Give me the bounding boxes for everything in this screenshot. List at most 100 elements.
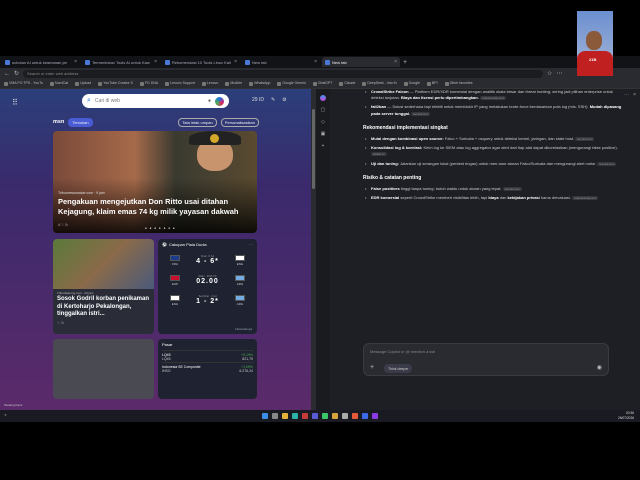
weather-icon[interactable]: ☀ — [4, 413, 7, 417]
personalize-pill[interactable]: Personalisasikan — [220, 117, 259, 127]
tab-2[interactable]: Termeninkan Tools AI untuk Kaw × — [82, 57, 160, 67]
more-icon[interactable]: ⋯ — [249, 242, 253, 247]
weather-widget[interactable]: 29 ID — [252, 97, 264, 103]
close-icon[interactable]: × — [314, 59, 317, 65]
source-tag[interactable]: elastic.co — [371, 152, 387, 157]
microphone-icon[interactable]: ◉ — [597, 364, 602, 371]
source-tag[interactable]: tecmint.com — [502, 186, 522, 191]
tool-icon[interactable]: ◇ — [321, 119, 325, 125]
widget-title: Cakupan Piala Dunia — [168, 242, 207, 247]
tool-icon[interactable]: ▣ — [321, 131, 326, 137]
tab-3[interactable]: Rekomendasi 10 Tools Linux Kali × — [162, 57, 240, 67]
back-icon[interactable]: ← — [4, 71, 10, 77]
source-tag[interactable]: tecmint.com — [575, 136, 595, 141]
bookmark-item[interactable]: WhatsApp — [249, 81, 270, 85]
close-icon[interactable]: × — [74, 59, 77, 65]
market-row[interactable]: LQ45 LQ45 +2,19% 821,79 — [162, 350, 253, 362]
bookmark-item[interactable]: Google Gemini — [277, 81, 305, 85]
address-input[interactable]: Search or enter web address — [23, 69, 544, 78]
match-row[interactable]: ESP Rabu · 2026 VS 02.00 ARG — [158, 270, 257, 290]
web-search-box[interactable]: ⌕ Cari di web ● — [82, 94, 229, 108]
source-tag[interactable]: cybersecurity.com — [479, 96, 507, 101]
bookmark-item[interactable]: VMA PO TPS - YouTu — [4, 81, 43, 85]
market-row[interactable]: Indonesia SE Composite IHSG +1,05% 6.276,2… — [162, 362, 253, 374]
reload-icon[interactable]: ↻ — [14, 70, 19, 77]
copilot-compose-box[interactable]: Message Copilot or @ mention a tab + Thi… — [363, 343, 609, 376]
file-explorer-icon[interactable] — [282, 413, 288, 419]
news-card[interactable]: Tribunlatenng.com · 23 jam Sosok Godril … — [53, 239, 154, 334]
news-photo — [53, 239, 154, 289]
close-icon[interactable]: × — [633, 92, 636, 98]
apps-grid-icon[interactable]: ⠿ — [12, 98, 18, 107]
system-clock[interactable]: 00.56 26/07/2026 — [618, 411, 634, 420]
menu-icon[interactable]: ⋯ — [556, 70, 562, 77]
add-icon[interactable]: + — [322, 143, 325, 149]
app-icon[interactable] — [372, 413, 378, 419]
app-icon[interactable] — [332, 413, 338, 419]
bookmark-item[interactable]: McAfee — [225, 81, 242, 85]
bookmark-item[interactable]: YouTube Creator S — [98, 81, 133, 85]
bing-icon[interactable] — [215, 96, 224, 106]
source-tag[interactable]: tecmint.com — [597, 161, 617, 166]
bookmark-item[interactable]: Google — [404, 81, 420, 85]
app-icon[interactable] — [342, 413, 348, 419]
source-tag[interactable]: cybersecurity.com — [572, 196, 599, 201]
close-icon[interactable]: × — [234, 59, 237, 65]
flag-icon — [170, 294, 180, 301]
discover-pill[interactable]: Temukan — [68, 117, 93, 127]
microphone-icon[interactable]: ● — [208, 98, 211, 104]
bookmark-item[interactable]: NordCat — [50, 81, 68, 85]
edge-icon[interactable] — [292, 413, 298, 419]
list-item: EDR komersial seperti CrowdStrike member… — [363, 195, 625, 202]
new-tab-button[interactable]: + — [400, 59, 410, 66]
bookmark-item[interactable]: BPI — [427, 81, 438, 85]
feed-layout-pill[interactable]: Tata letak umpan — [178, 117, 217, 127]
favicon-icon — [5, 59, 10, 65]
news-reactions[interactable]: 4 ♡ ↻ — [58, 223, 68, 227]
app-icon[interactable] — [322, 413, 328, 419]
bookmark-item[interactable]: Lenovo — [202, 81, 218, 85]
match-row[interactable]: FRA Final · 8 Jul 4 - 6* ENG — [158, 250, 257, 270]
bookmark-item[interactable]: Other favorites — [445, 81, 473, 85]
bookmark-item[interactable]: Claude — [339, 81, 355, 85]
close-icon[interactable]: × — [394, 59, 397, 65]
bookmark-item[interactable]: FG DNA — [140, 81, 158, 85]
favicon-icon — [245, 59, 250, 65]
message-input[interactable]: Message Copilot or @ mention a tab — [370, 349, 435, 354]
source-tag[interactable]: tecmint.com — [411, 111, 431, 116]
bookmark-item[interactable]: ChatGPT — [313, 81, 333, 85]
hero-news-card[interactable]: Tribunnewsmaker.com · 9 jam Pengakuan me… — [53, 131, 257, 233]
news-headline[interactable]: Sosok Godril korban penikaman di Kertoha… — [53, 295, 154, 320]
match-row[interactable]: ENG Semifinal · 3 Jul 1 - 2* ARG — [158, 290, 257, 310]
close-icon[interactable]: × — [154, 59, 157, 65]
tab-5-active[interactable]: New tab × — [322, 57, 400, 67]
news-reactions[interactable]: ♡ ↻ — [53, 320, 154, 326]
feedback-link[interactable]: Tautang Kami — [4, 403, 22, 407]
app-icon[interactable] — [352, 413, 358, 419]
app-icon[interactable] — [302, 413, 308, 419]
bookmark-item[interactable]: DeepSeek - Into th — [362, 81, 396, 85]
market-widget[interactable]: Pasar LQ45 LQ45 +2,19% 821,79 Indonesia SE… — [158, 339, 257, 399]
copilot-icon[interactable] — [320, 95, 326, 101]
start-icon[interactable] — [262, 413, 268, 419]
app-icon[interactable] — [312, 413, 318, 419]
bookmarks-bar: VMA PO TPS - YouTu NordCat Upload YouTub… — [0, 79, 640, 89]
edit-icon[interactable]: ✎ — [271, 97, 275, 103]
think-deeper-button[interactable]: Think deeper — [384, 364, 413, 373]
favorites-icon[interactable]: ☆ — [547, 70, 552, 77]
tab-1[interactable]: ucbolan AI untuk keamanan jar × — [2, 57, 80, 67]
tool-icon[interactable]: ▢ — [321, 107, 326, 113]
add-icon[interactable]: + — [370, 364, 374, 371]
settings-icon[interactable]: ⚙ — [282, 97, 286, 103]
world-cup-widget[interactable]: ⚽ Cakupan Piala Dunia ⋯ FRA Final · 8 Jul 4… — [158, 239, 257, 334]
search-icon[interactable] — [272, 413, 278, 419]
bookmark-item[interactable]: Lenovo Support — [165, 81, 195, 85]
bookmark-item[interactable]: Upload — [75, 81, 91, 85]
widget-title: Pasar — [162, 342, 173, 347]
news-headline[interactable]: Pengakuan mengejutkan Don Ritto usai dit… — [58, 197, 252, 216]
news-card-placeholder[interactable] — [53, 339, 154, 399]
see-more-link[interactable]: Lihat lainnya — [235, 327, 252, 331]
app-icon[interactable] — [362, 413, 368, 419]
carousel-dots[interactable]: ● ● ● ● ● ● ● — [145, 226, 176, 230]
tab-4[interactable]: New tab × — [242, 57, 320, 67]
